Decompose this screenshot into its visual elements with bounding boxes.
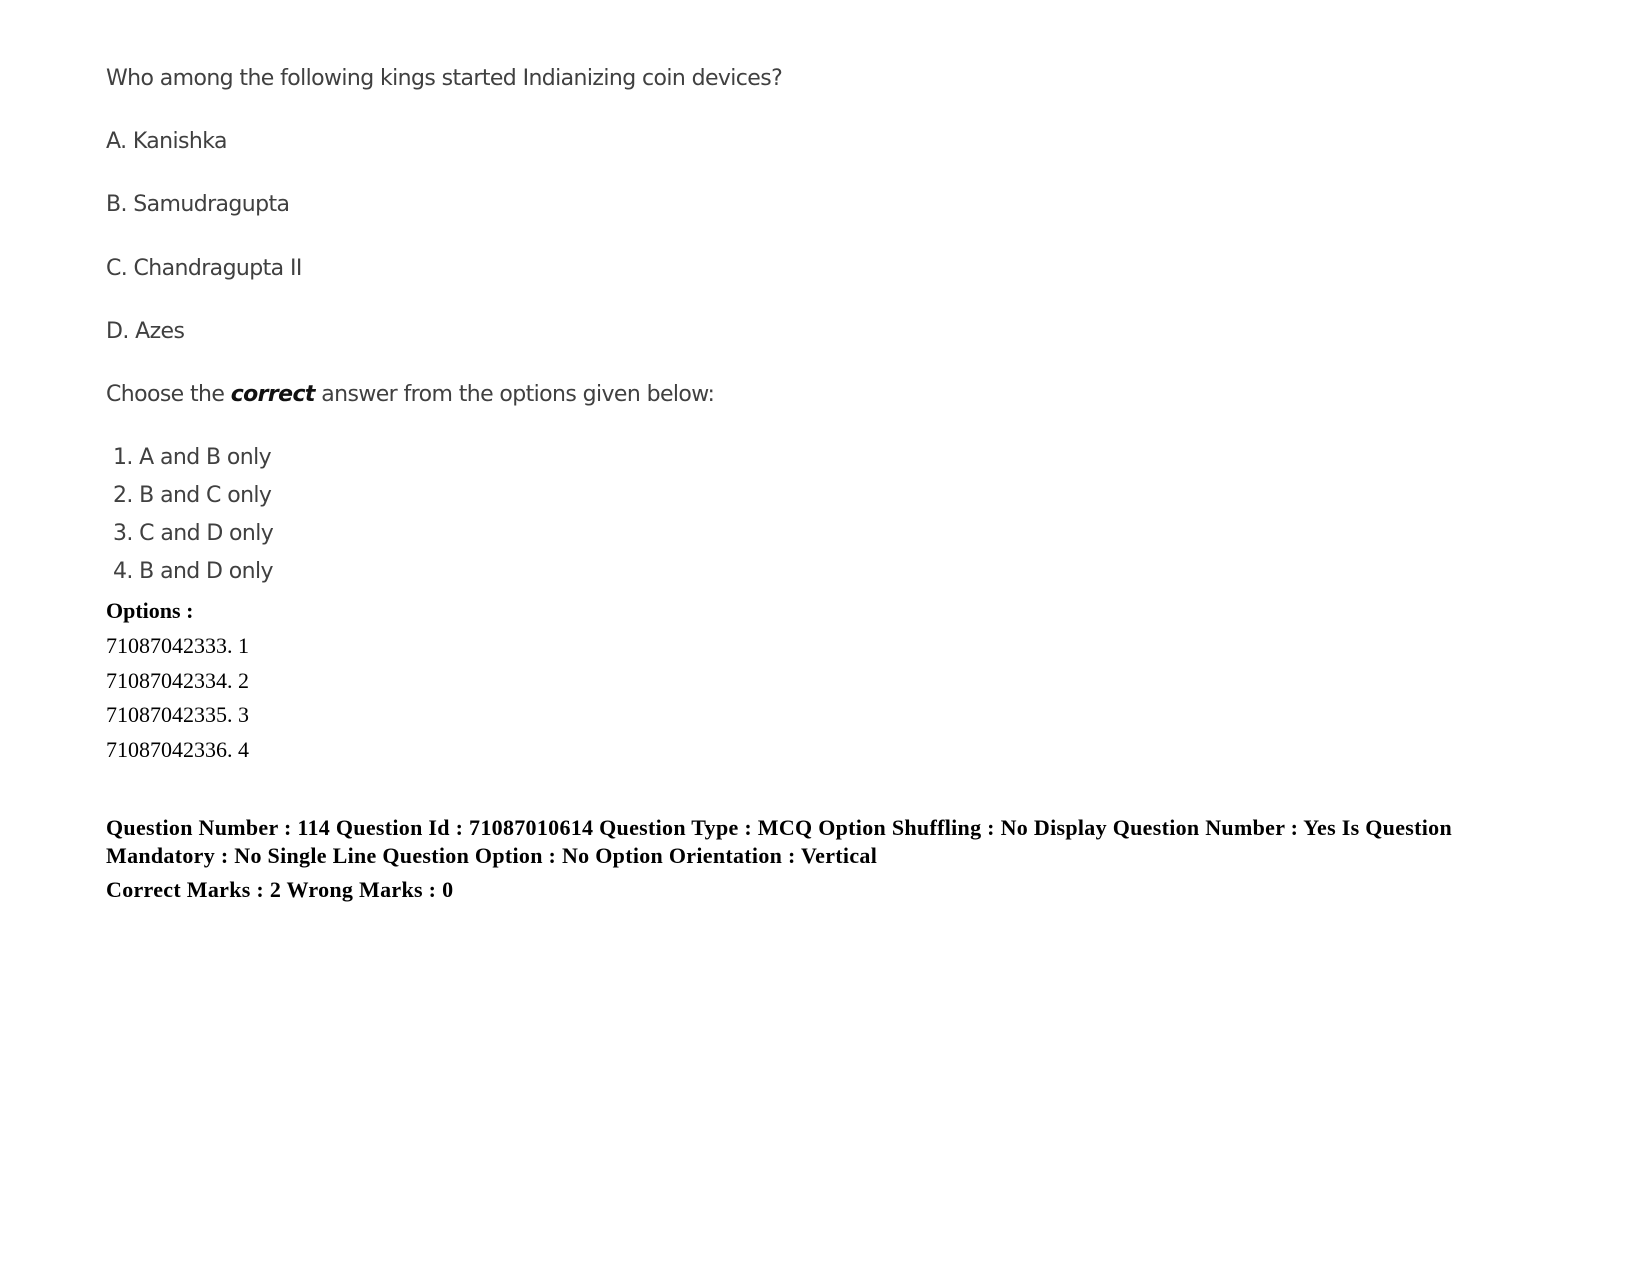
marks-info: Correct Marks : 2 Wrong Marks : 0: [106, 877, 454, 902]
question-metadata: Question Number : 114 Question Id : 7108…: [106, 815, 1453, 868]
option-id-row: 71087042335. 3: [106, 702, 249, 727]
statement-a: A. Kanishka: [106, 129, 227, 154]
option-id-row: 71087042336. 4: [106, 737, 249, 762]
statement-d: D. Azes: [106, 319, 185, 344]
answer-choice-3: 3. C and D only: [113, 521, 274, 546]
answer-choice-4: 4. B and D only: [113, 559, 274, 584]
instruction-text: Choose the correct answer from the optio…: [106, 382, 715, 407]
statement-c: C. Chandragupta II: [106, 256, 302, 281]
question-text: Who among the following kings started In…: [106, 66, 783, 91]
instruction-emphasis: correct: [230, 382, 316, 407]
answer-choice-2: 2. B and C only: [113, 483, 272, 508]
options-label: Options :: [106, 598, 194, 623]
option-id-row: 71087042333. 1: [106, 633, 249, 658]
instruction-before: Choose the: [106, 382, 231, 407]
statement-b: B. Samudragupta: [106, 192, 290, 217]
instruction-after: answer from the options given below:: [314, 382, 715, 407]
option-id-row: 71087042334. 2: [106, 668, 249, 693]
answer-choice-1: 1. A and B only: [113, 445, 272, 470]
